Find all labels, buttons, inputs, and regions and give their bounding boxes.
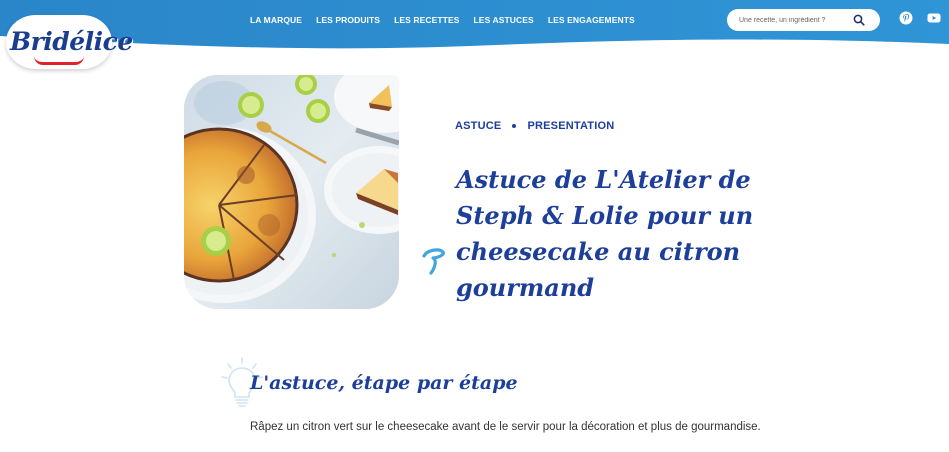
squiggle-decoration-icon bbox=[422, 248, 445, 275]
nav-item-les-astuces[interactable]: LES ASTUCES bbox=[474, 15, 534, 25]
logo-swoosh bbox=[34, 56, 84, 65]
nav-item-les-engagements[interactable]: LES ENGAGEMENTS bbox=[548, 15, 635, 25]
brand-logo[interactable]: Bridélice bbox=[6, 15, 133, 69]
logo-text: Bridélice bbox=[10, 27, 133, 56]
section-title: L'astuce, étape par étape bbox=[250, 372, 518, 394]
nav-item-les-recettes[interactable]: LES RECETTES bbox=[394, 15, 459, 25]
main-nav: LA MARQUE LES PRODUITS LES RECETTES LES … bbox=[250, 15, 649, 25]
tag-presentation[interactable]: PRESENTATION bbox=[527, 120, 614, 132]
nav-item-la-marque[interactable]: LA MARQUE bbox=[250, 15, 302, 25]
article-tags: ASTUCE PRESENTATION bbox=[455, 120, 614, 132]
search-input[interactable] bbox=[739, 13, 854, 27]
page-title: Astuce de L'Atelier de Steph & Lolie pou… bbox=[456, 165, 754, 302]
tag-astuce[interactable]: ASTUCE bbox=[455, 120, 501, 132]
cheesecake-photo bbox=[184, 75, 399, 309]
search-box bbox=[727, 9, 880, 31]
section-text: Râpez un citron vert sur le cheesecake a… bbox=[250, 421, 761, 433]
hero-image bbox=[184, 75, 399, 309]
nav-item-les-produits[interactable]: LES PRODUITS bbox=[316, 15, 380, 25]
pinterest-icon[interactable] bbox=[899, 11, 913, 25]
search-icon[interactable] bbox=[853, 14, 865, 26]
tag-separator-dot bbox=[512, 124, 517, 128]
youtube-icon[interactable] bbox=[927, 11, 941, 25]
